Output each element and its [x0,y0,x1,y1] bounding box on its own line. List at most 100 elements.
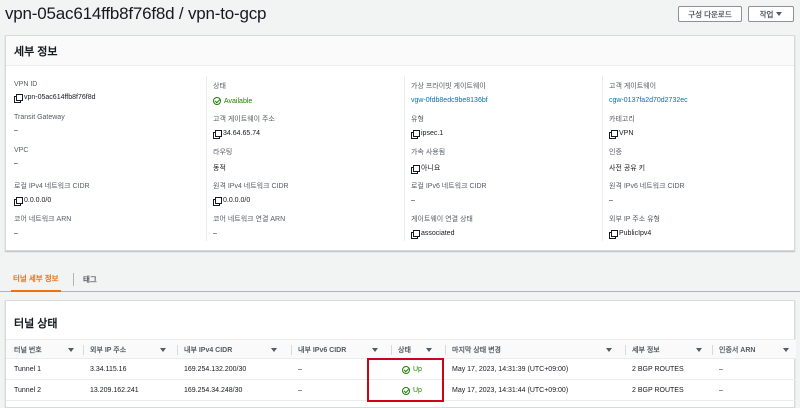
detail-value-text: – [14,127,18,134]
table-cell-outside-ip: 3.34.115.16 [90,359,126,380]
column-header[interactable]: 외부 IP 주소 [90,340,126,360]
detail-label: 고객 게이트웨이 주소 [213,116,275,123]
detail-value: associated [411,230,473,239]
detail-value-text: – [411,197,415,204]
column-header[interactable]: 내부 IPv6 CIDR [298,340,346,360]
detail-value-text: 동적 [213,165,226,172]
copy-icon[interactable] [14,197,23,206]
detail-field: 가속 사용됨아니요 [411,147,446,174]
detail-value-text: PublicIpv4 [619,230,652,237]
detail-field: 코어 네트워크 ARN – [14,214,71,237]
detail-value: – [213,230,285,237]
column-separator[interactable] [445,345,446,355]
tab-tunnel-details-label: 터널 세부 정보 [13,273,59,283]
detail-value-text: 0.0.0.0/0 [223,197,251,204]
column-header[interactable]: 세부 정보 [632,340,660,360]
detail-value: 사전 공유 키 [609,163,645,173]
cell-text: May 17, 2023, 14:31:44 (UTC+09:00) [452,387,569,394]
column-header[interactable]: 상태 [398,340,411,360]
table-cell-last-change: May 17, 2023, 14:31:44 (UTC+09:00) [452,380,568,401]
sort-caret-icon[interactable] [426,348,432,352]
detail-value-text: vgw-0fdb8edc9be8136bf [411,97,488,104]
column-header[interactable]: 인증서 ARN [719,340,755,360]
tab-tunnel-details[interactable]: 터널 세부 정보 [11,266,61,292]
detail-label: 게이트웨이 연결 상태 [411,216,473,223]
column-separator[interactable] [712,345,713,355]
detail-value-text: – [609,197,613,204]
detail-value-text: 34.64.65.74 [223,130,260,137]
detail-label: 카테고리 [609,116,635,123]
sort-caret-icon[interactable] [271,348,277,352]
copy-icon[interactable] [14,94,23,103]
tab-divider [73,273,74,286]
column-separator[interactable] [177,345,178,355]
detail-label: 가속 사용됨 [411,149,446,156]
tunnel-heading: 터널 상태 [14,318,58,330]
sort-caret-icon[interactable] [606,348,612,352]
detail-value-text: ipsec.1 [421,130,444,137]
tab-bar: 터널 세부 정보 태그 [0,266,800,292]
table-cell-inside-ipv6: – [298,380,302,401]
detail-field: 가상 프라이빗 게이트웨이 vgw-0fdb8edc9be8136bf [411,81,488,104]
actions-label: 작업 [759,9,774,19]
details-grid: VPN ID vpn-05ac614ffb8f76f8d Transit Gatew… [6,36,796,252]
details-panel: 세부 정보 VPN ID vpn-05ac614ffb8f76f8d Transit… [5,35,795,251]
tab-tags[interactable]: 태그 [83,266,97,292]
detail-label: 코어 네트워크 연결 ARN [213,216,286,223]
detail-label: 인증 [609,149,622,156]
actions-button[interactable]: 작업 [748,6,794,22]
detail-value: 동적 [213,163,232,173]
sort-caret-icon[interactable] [783,348,789,352]
detail-field: 게이트웨이 연결 상태 associated [411,214,473,239]
detail-value: – [14,230,71,237]
column-separator[interactable] [625,345,626,355]
column-header[interactable]: 내부 IPv4 CIDR [184,340,232,360]
detail-label: VPN ID [14,81,38,88]
column-divider [404,76,405,241]
cell-text: – [719,366,723,373]
detail-value-text: – [14,230,18,237]
column-separator[interactable] [291,345,292,355]
sort-caret-icon[interactable] [68,348,74,352]
status-ok-icon [213,97,221,105]
table-cell-cert-arn: – [719,359,723,380]
detail-label: 가상 프라이빗 게이트웨이 [411,83,486,90]
copy-icon[interactable] [411,230,420,239]
copy-icon[interactable] [213,130,222,139]
cell-text: 3.34.115.16 [90,366,127,373]
column-separator[interactable] [391,345,392,355]
detail-value-text: VPN [619,130,634,137]
detail-value: – [609,197,685,204]
detail-value[interactable]: vgw-0fdb8edc9be8136bf [411,97,488,104]
copy-icon[interactable] [609,230,618,239]
detail-value[interactable]: cgw-0137fa2d70d2732ec [609,97,688,104]
detail-label: 원격 IPv4 네트워크 CIDR [213,183,289,190]
chevron-down-icon [776,12,783,16]
copy-icon[interactable] [411,164,420,174]
copy-icon[interactable] [609,130,618,139]
copy-icon[interactable] [411,130,420,139]
column-separator[interactable] [83,345,84,355]
table-cell-inside-ipv6: – [298,359,302,380]
column-header[interactable]: 터널 번호 [14,340,42,360]
detail-value: – [14,127,65,134]
sort-caret-icon[interactable] [372,348,378,352]
detail-field: VPN ID vpn-05ac614ffb8f76f8d [14,81,96,103]
download-config-button[interactable]: 구성 다운로드 [678,6,742,22]
cell-text: 13.209.162.241 [90,387,139,394]
detail-value-text: – [213,230,217,237]
table-cell-inside-ipv4: 169.254.34.248/30 [184,380,242,401]
detail-field: 라우팅 동적 [213,147,232,173]
detail-field: VPC – [14,147,28,167]
detail-label: 원격 IPv6 네트워크 CIDR [609,183,685,190]
cell-text: Tunnel 1 [14,366,41,373]
detail-value: 아니요 [411,163,445,174]
detail-value: vpn-05ac614ffb8f76f8d [14,94,96,103]
copy-icon[interactable] [213,197,222,206]
sort-caret-icon[interactable] [160,348,166,352]
column-header[interactable]: 마지막 상태 변경 [452,340,501,360]
detail-label: VPC [14,147,29,154]
cell-text: – [298,366,302,373]
detail-field: 고객 게이트웨이 cgw-0137fa2d70d2732ec [609,81,688,104]
sort-caret-icon[interactable] [696,348,702,352]
